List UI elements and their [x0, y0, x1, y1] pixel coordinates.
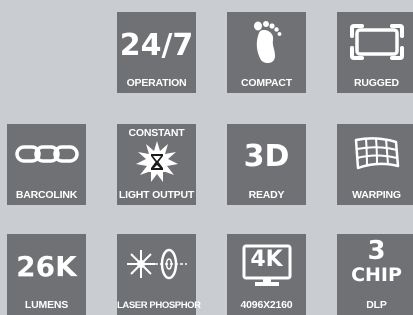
tile-label: DLP	[366, 299, 387, 311]
tile-24-7-operation: 24/7 OPERATION	[117, 12, 196, 93]
feature-icon-grid: 24/7 OPERATION COMPACT RUGGED BARCOLINK …	[0, 0, 413, 315]
tile-value: 3	[367, 236, 386, 266]
tile-warping: WARPING	[337, 124, 413, 205]
tile-barcolink: BARCOLINK	[7, 124, 86, 205]
tile-label: WARPING	[352, 189, 401, 201]
hourglass-burst-icon	[135, 140, 179, 184]
tile-3-chip-dlp: 3 CHIP DLP	[337, 234, 413, 315]
tile-label: 4096X2160	[240, 299, 293, 311]
tile-26k-lumens: 26K LUMENS	[7, 234, 86, 315]
tile-label: OPERATION	[126, 77, 187, 89]
warped-grid-icon	[352, 134, 402, 174]
tile-label: BARCOLINK	[15, 189, 78, 201]
tile-label: LUMENS	[24, 299, 69, 311]
tile-label: LASER PHOSPHOR	[117, 300, 201, 311]
footprint-icon	[245, 19, 289, 65]
tile-label: READY	[248, 189, 285, 201]
tile-value: 24/7	[119, 28, 194, 63]
tile-3d-ready: 3D READY	[227, 124, 306, 205]
tile-value-secondary: CHIP	[351, 264, 402, 286]
chain-link-icon	[14, 142, 80, 166]
tile-4k-resolution: 4K 4096X2160	[227, 234, 306, 315]
tile-label: LIGHT OUTPUT	[118, 189, 195, 201]
tile-label: COMPACT	[241, 77, 292, 89]
monitor-icon: 4K	[242, 244, 292, 288]
rugged-frame-icon	[349, 24, 405, 60]
laser-disc-icon	[125, 244, 189, 284]
tile-label: RUGGED	[354, 77, 399, 89]
tile-value: 4K	[250, 247, 283, 272]
tile-compact: COMPACT	[227, 12, 306, 93]
tile-laser-phosphor: LASER PHOSPHOR	[117, 234, 201, 315]
tile-rugged: RUGGED	[337, 12, 413, 93]
tile-constant-light-output: CONSTANT LIGHT OUTPUT	[117, 124, 196, 205]
tile-value: 26K	[16, 250, 77, 283]
tile-value: 3D	[243, 139, 290, 174]
